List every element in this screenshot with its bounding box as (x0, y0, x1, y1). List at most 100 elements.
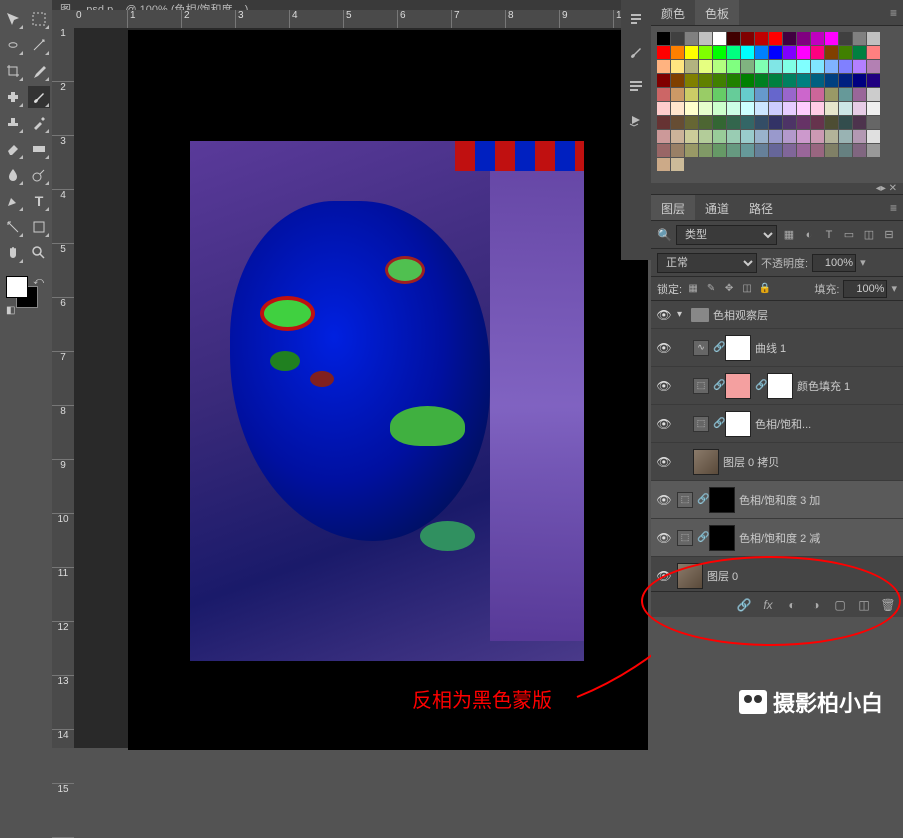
color-swatch[interactable] (727, 88, 740, 101)
color-swatch[interactable] (741, 130, 754, 143)
color-swatch[interactable] (685, 60, 698, 73)
visibility-eye-icon[interactable]: 👁 (655, 529, 673, 547)
color-swatch[interactable] (741, 60, 754, 73)
brush-panel-icon[interactable] (626, 42, 646, 62)
layer-row[interactable]: 👁⬚🔗🔗颜色填充 1 (651, 367, 903, 405)
color-swatch[interactable] (811, 130, 824, 143)
type-tool[interactable]: T (28, 190, 50, 212)
color-swatch[interactable] (713, 46, 726, 59)
color-swatch[interactable] (797, 116, 810, 129)
color-swatch[interactable] (783, 74, 796, 87)
dodge-tool[interactable] (28, 164, 50, 186)
color-swatch[interactable] (699, 116, 712, 129)
lock-position-icon[interactable]: ✥ (722, 282, 736, 296)
color-swatch[interactable] (853, 130, 866, 143)
color-swatch[interactable] (741, 88, 754, 101)
color-swatch[interactable] (867, 74, 880, 87)
color-swatch[interactable] (867, 88, 880, 101)
history-brush-tool[interactable] (28, 112, 50, 134)
color-swatch[interactable] (657, 158, 670, 171)
color-swatch[interactable] (671, 60, 684, 73)
foreground-background-swatches[interactable]: ⤺ ◧ (6, 276, 46, 316)
history-panel-icon[interactable] (626, 8, 646, 28)
color-swatch[interactable] (755, 46, 768, 59)
color-swatch[interactable] (769, 46, 782, 59)
color-swatch[interactable] (811, 102, 824, 115)
color-swatch[interactable] (825, 102, 838, 115)
color-swatch[interactable] (755, 144, 768, 157)
opacity-input[interactable] (812, 254, 856, 272)
color-swatch[interactable] (741, 116, 754, 129)
color-swatch[interactable] (755, 32, 768, 45)
color-swatch[interactable] (867, 60, 880, 73)
swatches-tab[interactable]: 色板 (695, 0, 739, 25)
color-swatch[interactable] (769, 74, 782, 87)
filter-smart-icon[interactable]: ◫ (861, 227, 877, 243)
filter-type-select[interactable]: 类型 (676, 225, 777, 245)
color-swatch[interactable] (783, 116, 796, 129)
color-swatch[interactable] (741, 74, 754, 87)
color-swatch[interactable] (783, 130, 796, 143)
color-swatch[interactable] (699, 88, 712, 101)
color-swatch[interactable] (839, 130, 852, 143)
delete-layer-icon[interactable]: 🗑 (881, 598, 895, 612)
color-swatch[interactable] (853, 46, 866, 59)
default-colors-icon[interactable]: ◧ (6, 305, 15, 316)
layer-mask-thumb[interactable] (767, 373, 793, 399)
color-swatch[interactable] (741, 144, 754, 157)
lock-transparent-icon[interactable]: ▦ (686, 282, 700, 296)
color-swatch[interactable] (853, 32, 866, 45)
channels-tab[interactable]: 通道 (695, 195, 739, 220)
layer-name[interactable]: 色相观察层 (713, 307, 899, 323)
color-swatch[interactable] (671, 32, 684, 45)
color-swatch[interactable] (825, 32, 838, 45)
color-swatch[interactable] (685, 32, 698, 45)
link-layers-icon[interactable]: 🔗 (737, 598, 751, 612)
color-swatch[interactable] (671, 102, 684, 115)
color-swatch[interactable] (811, 144, 824, 157)
layer-name[interactable]: 颜色填充 1 (797, 378, 899, 394)
visibility-eye-icon[interactable]: 👁 (655, 415, 673, 433)
color-swatch[interactable] (797, 130, 810, 143)
color-swatch[interactable] (839, 60, 852, 73)
hand-tool[interactable] (2, 242, 24, 264)
color-swatch[interactable] (713, 102, 726, 115)
paragraph-panel-icon[interactable] (626, 76, 646, 96)
color-swatch[interactable] (783, 60, 796, 73)
color-swatch[interactable] (853, 116, 866, 129)
layer-mask-thumb[interactable] (709, 487, 735, 513)
color-swatch[interactable] (839, 74, 852, 87)
lock-pixels-icon[interactable]: ✎ (704, 282, 718, 296)
color-swatch[interactable] (755, 102, 768, 115)
color-swatch[interactable] (713, 116, 726, 129)
panel-collapse-row[interactable]: ◂▸ ✕ (651, 183, 903, 195)
color-swatch[interactable] (657, 130, 670, 143)
color-swatch[interactable] (797, 46, 810, 59)
color-swatch[interactable] (797, 144, 810, 157)
color-swatch[interactable] (741, 102, 754, 115)
color-swatch[interactable] (825, 144, 838, 157)
color-swatch[interactable] (713, 60, 726, 73)
color-swatch[interactable] (769, 32, 782, 45)
color-swatch[interactable] (783, 144, 796, 157)
shape-tool[interactable] (28, 216, 50, 238)
color-swatch[interactable] (755, 130, 768, 143)
eyedropper-tool[interactable] (28, 60, 50, 82)
brush-tool[interactable] (28, 86, 50, 108)
color-swatch[interactable] (699, 32, 712, 45)
color-swatch[interactable] (797, 88, 810, 101)
color-swatch[interactable] (755, 60, 768, 73)
color-swatch[interactable] (769, 88, 782, 101)
color-swatch[interactable] (755, 74, 768, 87)
color-tab[interactable]: 颜色 (651, 0, 695, 25)
color-swatch[interactable] (755, 116, 768, 129)
visibility-eye-icon[interactable]: 👁 (655, 491, 673, 509)
color-swatch[interactable] (839, 144, 852, 157)
layer-row[interactable]: 👁图层 0 (651, 557, 903, 591)
color-swatch[interactable] (853, 88, 866, 101)
color-swatch[interactable] (867, 102, 880, 115)
color-panel-menu-icon[interactable]: ≡ (884, 0, 903, 25)
actions-panel-icon[interactable] (626, 110, 646, 130)
new-group-icon[interactable]: ▢ (833, 598, 847, 612)
color-swatch[interactable] (797, 74, 810, 87)
